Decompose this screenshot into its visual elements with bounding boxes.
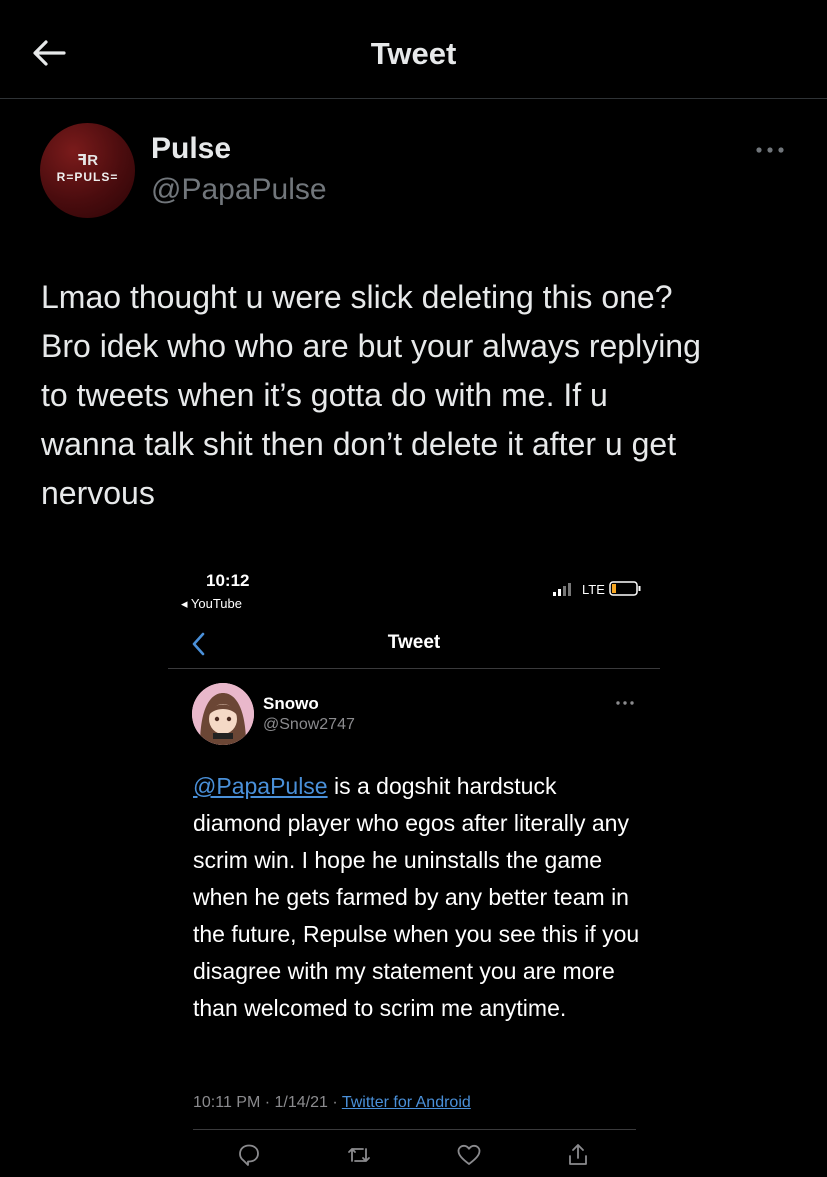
page-title: Tweet	[387, 632, 441, 653]
tweet-body-text: is a dogshit hardstuck diamond player wh…	[193, 773, 640, 1021]
author-handle[interactable]: @PapaPulse	[151, 173, 327, 207]
tweet-meta: 10:11 PM · 1/14/21 · Twitter for Android	[193, 1094, 471, 1112]
tweet-text: @PapaPulse is a dogshit hardstuck diamon…	[193, 768, 643, 1027]
status-back-app: ◂ YouTube	[181, 596, 242, 611]
avatar-logo-text: R=PULS=	[56, 170, 119, 184]
status-time: 10:12	[206, 571, 250, 590]
divider	[168, 668, 660, 669]
more-horizontal-icon	[756, 147, 784, 153]
share-button[interactable]	[564, 1141, 592, 1169]
reply-icon	[239, 1144, 259, 1166]
like-icon	[457, 1144, 481, 1165]
status-indicators: LTE	[553, 581, 643, 599]
author-name[interactable]: Snowo	[263, 694, 319, 714]
author-name[interactable]: Pulse	[151, 132, 231, 166]
more-options-button[interactable]	[753, 138, 787, 162]
top-bar: Tweet	[0, 0, 827, 99]
tweet-timestamp: 10:11 PM · 1/14/21 ·	[193, 1094, 342, 1111]
avatar[interactable]: ꟻR R=PULS=	[40, 123, 135, 218]
more-options-button[interactable]	[614, 695, 636, 705]
mention-link[interactable]: @PapaPulse	[193, 773, 328, 799]
author-handle[interactable]: @Snow2747	[263, 716, 355, 734]
battery-icon	[609, 581, 641, 596]
divider	[193, 1129, 636, 1130]
anime-avatar-icon	[192, 683, 254, 745]
retweet-icon	[348, 1148, 370, 1162]
signal-icon	[553, 583, 571, 596]
tweet-text: Lmao thought u were slick deleting this …	[41, 279, 701, 511]
share-icon	[569, 1144, 587, 1165]
embedded-screenshot[interactable]: 10:12 ◂ YouTube LTE Tweet Snowo @Snow274…	[168, 563, 660, 1177]
more-horizontal-icon	[616, 701, 634, 705]
network-label: LTE	[582, 582, 605, 597]
like-button[interactable]	[455, 1141, 483, 1169]
avatar-logo-mark: ꟻR	[76, 152, 99, 169]
page-title: Tweet	[370, 36, 457, 71]
avatar[interactable]	[192, 683, 254, 745]
source-link[interactable]: Twitter for Android	[342, 1094, 471, 1111]
reply-button[interactable]	[235, 1141, 263, 1169]
retweet-button[interactable]	[345, 1141, 373, 1169]
